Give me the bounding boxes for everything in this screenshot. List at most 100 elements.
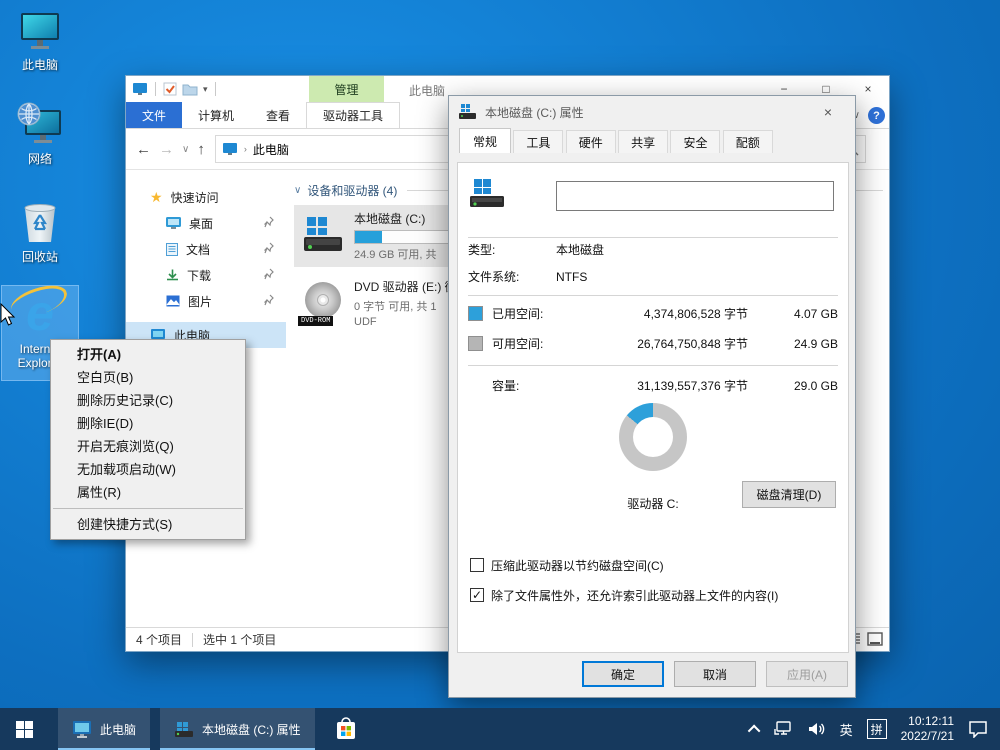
compress-checkbox-label: 压缩此驱动器以节约磁盘空间(C)	[491, 557, 664, 574]
dvd-drive-icon: DVD-ROM	[300, 280, 346, 326]
volume-icon[interactable]	[808, 721, 826, 737]
task-label: 本地磁盘 (C:) 属性	[202, 721, 301, 738]
language-indicator[interactable]: 英	[840, 720, 853, 739]
tab-general[interactable]: 常规	[459, 128, 511, 153]
sidebar-item-downloads[interactable]: 下载	[126, 262, 286, 288]
menu-item-create-shortcut[interactable]: 创建快捷方式(S)	[51, 513, 245, 536]
tab-sharing[interactable]: 共享	[618, 130, 668, 153]
new-folder-quick-icon[interactable]	[182, 83, 198, 96]
sidebar-item-documents[interactable]: 文档	[126, 236, 286, 262]
cancel-button[interactable]: 取消	[674, 661, 756, 687]
ok-button[interactable]: 确定	[582, 661, 664, 687]
divider	[155, 82, 156, 96]
menu-item-delete-ie[interactable]: 删除IE(D)	[51, 412, 245, 435]
compress-checkbox[interactable]: ✓	[470, 558, 484, 572]
separator	[468, 237, 838, 238]
free-space-label: 可用空间:	[492, 335, 571, 352]
dialog-button-row: 确定 取消 应用(A)	[449, 661, 848, 687]
taskbar-task-disk-properties[interactable]: 本地磁盘 (C:) 属性	[160, 708, 315, 750]
free-space-bytes: 26,764,750,848 字节	[571, 335, 776, 352]
desktop-icon-recycle-bin[interactable]: 回收站	[2, 200, 78, 265]
index-checkbox[interactable]: ✓	[470, 588, 484, 602]
tab-tools[interactable]: 工具	[513, 130, 563, 153]
desktop-icon-this-pc[interactable]: 此电脑	[2, 8, 78, 73]
separator	[468, 295, 838, 296]
used-space-label: 已用空间:	[492, 305, 571, 322]
tab-quota[interactable]: 配额	[723, 130, 773, 153]
sidebar-item-desktop[interactable]: 桌面	[126, 210, 286, 236]
clock-date: 2022/7/21	[901, 729, 954, 744]
tab-computer[interactable]: 计算机	[182, 102, 250, 128]
tab-hardware[interactable]: 硬件	[566, 130, 616, 153]
index-checkbox-row[interactable]: ✓ 除了文件属性外，还允许索引此驱动器上文件的内容(I)	[470, 587, 838, 604]
up-button[interactable]: ↑	[197, 141, 205, 158]
dvd-rom-badge: DVD-ROM	[298, 316, 333, 326]
apply-button[interactable]: 应用(A)	[766, 661, 848, 687]
status-item-count: 4 个项目	[136, 631, 182, 648]
menu-item-open[interactable]: 打开(A)	[51, 343, 245, 366]
desktop-icon-label: 回收站	[2, 248, 78, 265]
drive-filesystem: UDF	[354, 316, 457, 328]
back-button[interactable]: ←	[136, 141, 151, 158]
disk-cleanup-button[interactable]: 磁盘清理(D)	[742, 481, 836, 508]
sidebar-item-pictures[interactable]: 图片	[126, 288, 286, 314]
menu-item-blank-page[interactable]: 空白页(B)	[51, 366, 245, 389]
network-tray-icon[interactable]	[774, 721, 794, 737]
menu-item-no-addons[interactable]: 无加载项启动(W)	[51, 458, 245, 481]
hard-disk-icon	[300, 213, 346, 259]
tab-view[interactable]: 查看	[250, 102, 306, 128]
desktop-icon-network[interactable]: 网络	[2, 102, 78, 167]
status-selected-count: 选中 1 个项目	[203, 631, 276, 648]
type-row: 类型: 本地磁盘	[468, 241, 838, 258]
address-text: 此电脑	[253, 141, 289, 158]
action-center-icon[interactable]	[968, 720, 988, 738]
hidden-icons-chevron[interactable]	[747, 724, 760, 737]
sidebar-item-label: 桌面	[189, 215, 213, 232]
sidebar-item-label: 图片	[188, 293, 212, 310]
volume-label-input[interactable]	[556, 181, 834, 211]
menu-item-inprivate[interactable]: 开启无痕浏览(Q)	[51, 435, 245, 458]
capacity-label: 容量:	[492, 377, 571, 394]
recent-locations-icon[interactable]: ∨	[182, 144, 189, 155]
dialog-close-button[interactable]: ×	[811, 100, 845, 124]
manage-contextual-tab[interactable]: 管理	[309, 76, 384, 102]
taskbar-store-button[interactable]	[323, 708, 369, 750]
sidebar-item-quick-access[interactable]: ★ 快速访问	[126, 184, 286, 210]
clock-time: 10:12:11	[901, 714, 954, 729]
compress-checkbox-row[interactable]: ✓ 压缩此驱动器以节约磁盘空间(C)	[470, 557, 838, 574]
divider	[215, 82, 216, 96]
qat-customize-icon[interactable]: ▾	[203, 84, 208, 95]
tab-drive-tools[interactable]: 驱动器工具	[306, 102, 400, 128]
tab-security[interactable]: 安全	[670, 130, 720, 153]
dialog-titlebar[interactable]: 本地磁盘 (C:) 属性 ×	[449, 96, 855, 128]
sidebar-item-label: 快速访问	[171, 189, 219, 206]
sidebar-item-label: 下载	[187, 267, 211, 284]
index-checkbox-label: 除了文件属性外，还允许索引此驱动器上文件的内容(I)	[491, 587, 778, 604]
menu-item-properties[interactable]: 属性(R)	[51, 481, 245, 504]
forward-button[interactable]: →	[159, 141, 174, 158]
minimize-icon: −	[780, 82, 787, 96]
start-button[interactable]	[0, 708, 48, 750]
dialog-tab-bar: 常规 工具 硬件 共享 安全 配额	[449, 128, 855, 150]
disk-properties-dialog: 本地磁盘 (C:) 属性 × 常规 工具 硬件 共享 安全 配额 类型: 本地磁…	[448, 95, 856, 698]
thumbnail-view-icon[interactable]	[867, 632, 883, 646]
ime-indicator[interactable]: 拼	[867, 719, 887, 739]
properties-quick-icon[interactable]	[163, 82, 177, 96]
menu-item-delete-history[interactable]: 删除历史记录(C)	[51, 389, 245, 412]
tab-file[interactable]: 文件	[126, 102, 182, 128]
check-icon: ✓	[472, 589, 482, 601]
help-icon[interactable]: ?	[868, 107, 885, 124]
taskbar-clock[interactable]: 10:12:11 2022/7/21	[901, 714, 954, 744]
drive-name: DVD 驱动器 (E:) 微	[354, 278, 457, 295]
general-tab-page: 类型: 本地磁盘 文件系统: NTFS 已用空间: 4,374,806,528 …	[457, 162, 849, 653]
filesystem-row: 文件系统: NTFS	[468, 268, 838, 285]
disk-drive-icon	[470, 179, 506, 211]
this-pc-taskbar-icon	[72, 721, 92, 738]
separator	[468, 365, 838, 366]
context-menu: 打开(A) 空白页(B) 删除历史记录(C) 删除IE(D) 开启无痕浏览(Q)…	[50, 339, 246, 540]
pin-icon	[264, 216, 274, 228]
pin-icon	[264, 242, 274, 254]
pin-icon	[264, 294, 274, 306]
pictures-icon	[166, 295, 180, 307]
taskbar-task-this-pc[interactable]: 此电脑	[58, 708, 150, 750]
